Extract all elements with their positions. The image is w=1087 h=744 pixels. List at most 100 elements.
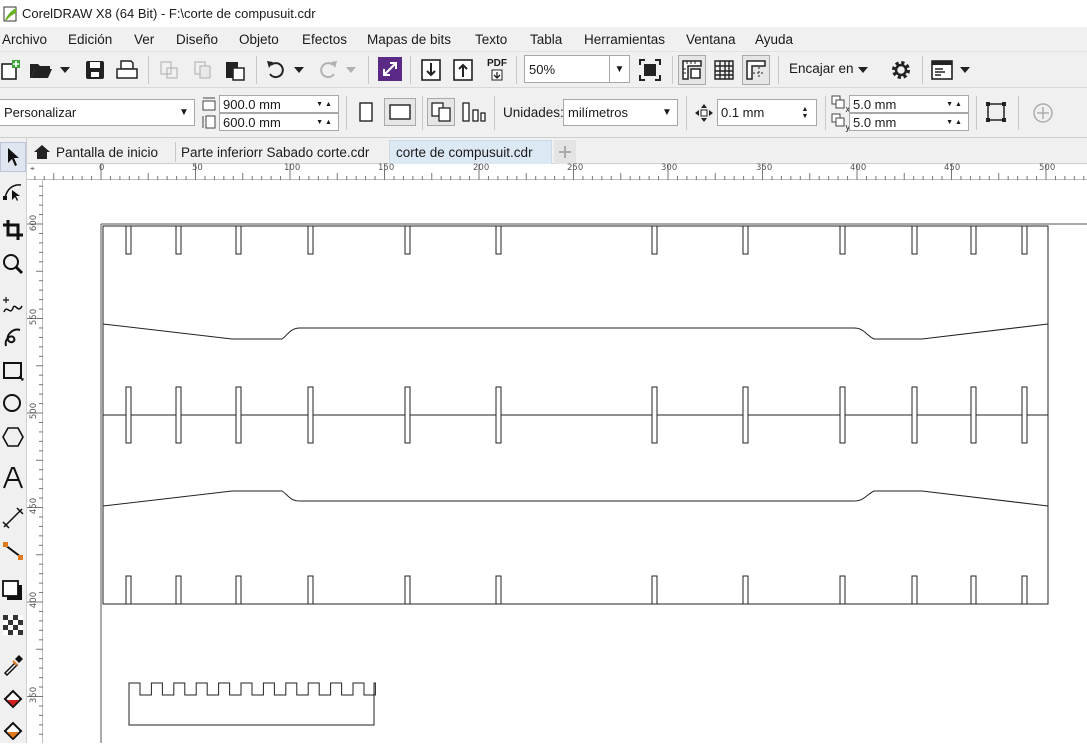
slot-cutout[interactable] [651,225,658,255]
slot-cutout[interactable] [307,575,314,605]
new-tab-button[interactable] [554,140,576,164]
polygon-tool-icon[interactable] [0,422,26,452]
page-size-preset-combo[interactable]: Personalizar ▼ [0,99,195,126]
units-chevron-down-icon[interactable]: ▼ [657,100,677,125]
slot-cutout[interactable] [175,575,182,605]
duplicate-distance-y-input[interactable]: 5.0 mm ▼ ▲ [849,113,969,131]
slot-cutout[interactable] [125,225,132,255]
menu-ventana[interactable]: Ventana [686,32,736,47]
tab-parte-inferiorr[interactable]: Parte inferiorr Sabado corte.cdr [175,140,389,164]
application-launcher-icon[interactable] [928,56,956,84]
slot-cutout[interactable] [970,225,977,255]
page-height-stepper[interactable]: ▼ ▲ [310,114,338,130]
drawing-canvas[interactable] [44,181,1087,743]
show-rulers-icon[interactable] [678,55,706,85]
zoom-tool-icon[interactable] [0,249,26,279]
ellipse-tool-icon[interactable] [0,389,26,419]
nudge-distance-input[interactable]: 0.1 mm ▲ ▼ [717,99,817,126]
open-dropdown-chevron-icon[interactable] [58,62,72,78]
slot-cutout[interactable] [495,386,502,444]
zoom-chevron-down-icon[interactable]: ▼ [609,56,629,82]
lower-curve-profile[interactable] [102,490,1049,507]
print-icon[interactable] [114,56,140,84]
slot-cutout[interactable] [495,575,502,605]
new-document-icon[interactable] [0,56,22,84]
slot-cutout[interactable] [839,386,846,444]
slot-cutout[interactable] [839,575,846,605]
slot-cutout[interactable] [651,575,658,605]
freehand-tool-icon[interactable] [0,290,26,320]
menu-mapas-de-bits[interactable]: Mapas de bits [367,32,451,47]
slot-cutout[interactable] [1021,386,1028,444]
slot-cutout[interactable] [125,386,132,444]
slot-cutout[interactable] [651,386,658,444]
page-size-chevron-down-icon[interactable]: ▼ [174,100,194,125]
slot-cutout[interactable] [235,575,242,605]
slot-cutout[interactable] [742,225,749,255]
treat-as-filled-icon[interactable] [982,98,1010,126]
slot-cutout[interactable] [970,575,977,605]
transparency-tool-icon[interactable] [0,610,26,640]
slot-cutout[interactable] [911,575,918,605]
menu-edicion[interactable]: Edición [68,32,112,47]
slot-cutout[interactable] [404,575,411,605]
slot-cutout[interactable] [235,386,242,444]
export-icon[interactable] [450,56,476,84]
menu-ver[interactable]: Ver [134,32,154,47]
landscape-orientation-icon[interactable] [384,98,416,126]
publish-pdf-icon[interactable]: PDF [484,56,510,84]
crop-tool-icon[interactable] [0,215,26,245]
slot-cutout[interactable] [175,386,182,444]
portrait-orientation-icon[interactable] [354,98,378,126]
gear-icon[interactable] [886,56,916,84]
duplicate-y-stepper[interactable]: ▼ ▲ [940,114,968,130]
slot-cutout[interactable] [742,386,749,444]
menu-objeto[interactable]: Objeto [239,32,279,47]
menu-efectos[interactable]: Efectos [302,32,347,47]
horizontal-ruler[interactable]: ⌖ 0 50 100 150 200 250 300 350 400 450 5… [27,163,1087,180]
menu-archivo[interactable]: Archivo [2,32,47,47]
redo-dropdown-chevron-icon[interactable] [344,62,358,78]
slot-cutout[interactable] [404,386,411,444]
parallel-dimension-tool-icon[interactable] [0,503,26,533]
search-content-icon[interactable] [378,57,402,81]
artistic-media-tool-icon[interactable] [0,322,26,352]
paste-icon[interactable] [222,56,248,84]
drop-shadow-tool-icon[interactable] [0,576,26,606]
slot-cutout[interactable] [1021,225,1028,255]
launcher-chevron-down-icon[interactable] [958,62,972,78]
comb-piece-outline[interactable] [128,682,376,726]
upper-curve-profile[interactable] [102,323,1049,340]
undo-dropdown-chevron-icon[interactable] [292,62,306,78]
menu-tabla[interactable]: Tabla [530,32,562,47]
snap-to-label[interactable]: Encajar en [789,61,854,76]
page-width-stepper[interactable]: ▼ ▲ [310,96,338,112]
menu-herramientas[interactable]: Herramientas [584,32,665,47]
undo-icon[interactable] [262,56,290,84]
page-height-input[interactable]: 600.0 mm ▼ ▲ [219,113,339,131]
slot-cutout[interactable] [911,386,918,444]
save-icon[interactable] [82,56,108,84]
slot-cutout[interactable] [970,386,977,444]
slot-cutout[interactable] [307,225,314,255]
menu-diseno[interactable]: Diseño [176,32,218,47]
duplicate-x-stepper[interactable]: ▼ ▲ [940,96,968,112]
menu-texto[interactable]: Texto [475,32,507,47]
page-width-input[interactable]: 900.0 mm ▼ ▲ [219,95,339,113]
ruler-origin-icon[interactable]: ⌖ [30,164,35,174]
tab-pantalla-de-inicio[interactable]: Pantalla de inicio [27,140,175,164]
add-plus-icon[interactable] [1030,100,1056,126]
duplicate-distance-x-input[interactable]: 5.0 mm ▼ ▲ [849,95,969,113]
shape-tool-icon[interactable] [0,176,26,206]
full-screen-preview-icon[interactable] [636,56,664,84]
slot-cutout[interactable] [235,225,242,255]
zoom-level-combo[interactable]: 50% ▼ [524,55,630,83]
pick-tool-icon[interactable] [0,142,26,172]
cut-icon[interactable] [156,56,182,84]
units-combo[interactable]: milímetros ▼ [563,99,678,126]
slot-cutout[interactable] [404,225,411,255]
interactive-fill-tool-icon[interactable] [0,684,26,714]
show-grid-icon[interactable] [710,56,738,84]
slot-cutout[interactable] [125,575,132,605]
show-guidelines-icon[interactable] [742,55,770,85]
